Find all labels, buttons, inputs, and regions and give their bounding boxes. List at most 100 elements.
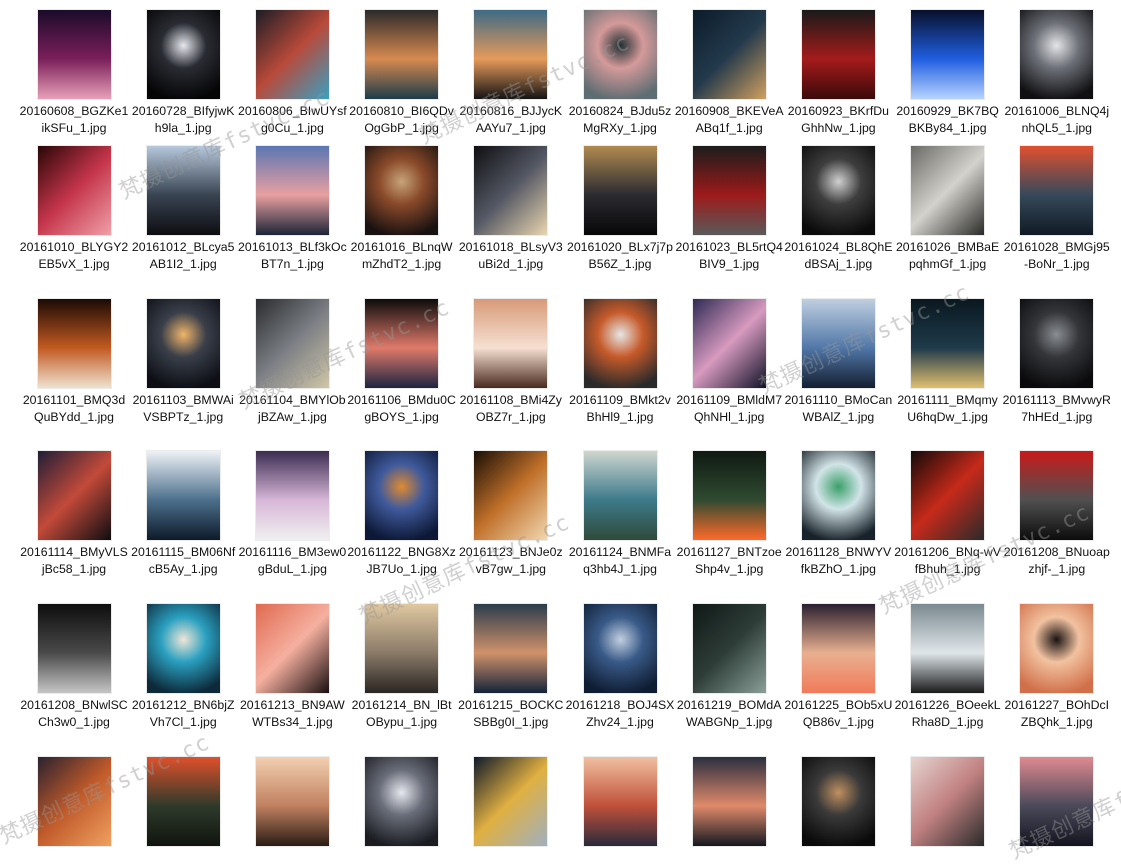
thumbnail-image[interactable] bbox=[911, 10, 985, 99]
thumbnail-image[interactable] bbox=[37, 757, 111, 846]
file-name-label: 20161206_BNq-wVfBhuh_1.jpg bbox=[894, 545, 1001, 576]
file-name-label: 20161104_BMYlObjBZAw_1.jpg bbox=[239, 393, 346, 424]
thumbnail-grid: 20160608_BGZKe1ikSFu_1.jpg 20160728_BIfyj… bbox=[0, 0, 1121, 854]
file-name-label: 20161018_BLsyV3uBi2d_1.jpg bbox=[458, 240, 563, 271]
thumbnail-image[interactable] bbox=[801, 604, 875, 693]
thumbnail-image[interactable] bbox=[146, 299, 220, 388]
thumbnail-image[interactable] bbox=[692, 451, 766, 540]
thumbnail-image[interactable] bbox=[37, 299, 111, 388]
thumbnail-image[interactable] bbox=[255, 146, 329, 235]
thumbnail-image[interactable] bbox=[911, 451, 985, 540]
thumbnail-image[interactable] bbox=[583, 604, 657, 693]
file-name-label: 20161012_BLcya5AB1I2_1.jpg bbox=[131, 240, 235, 271]
thumbnail-image[interactable] bbox=[474, 757, 548, 846]
thumbnail-image[interactable] bbox=[474, 10, 548, 99]
file-name-label: 20161020_BLx7j7pB56Z_1.jpg bbox=[567, 240, 673, 271]
file-name-label: 20160824_BJdu5zMgRXy_1.jpg bbox=[568, 104, 672, 135]
file-name-label: 20161110_BMoCanWBAlZ_1.jpg bbox=[784, 393, 893, 424]
file-name-label: 20161114_BMyVLSjBc58_1.jpg bbox=[20, 545, 128, 576]
thumbnail-image[interactable] bbox=[365, 299, 439, 388]
file-name-label: 20161106_BMdu0CgBOYS_1.jpg bbox=[347, 393, 456, 424]
thumbnail-image[interactable] bbox=[255, 299, 329, 388]
thumbnail-image[interactable] bbox=[37, 451, 111, 540]
file-name-label: 20161024_BL8QhEdBSAj_1.jpg bbox=[784, 240, 893, 271]
file-name-label: 20161101_BMQ3dQuBYdd_1.jpg bbox=[22, 393, 126, 424]
thumbnail-image[interactable] bbox=[583, 451, 657, 540]
file-name-label: 20160810_BI6QDvOgGbP_1.jpg bbox=[349, 104, 454, 135]
file-name-label: 20161026_BMBaEpqhmGf_1.jpg bbox=[895, 240, 1000, 271]
thumbnail-image[interactable] bbox=[365, 10, 439, 99]
thumbnail-image[interactable] bbox=[692, 604, 766, 693]
thumbnail-image[interactable] bbox=[365, 451, 439, 540]
thumbnail-image[interactable] bbox=[365, 757, 439, 846]
file-name-label: 20161103_BMWAiVSBPTz_1.jpg bbox=[132, 393, 234, 424]
thumbnail-image[interactable] bbox=[801, 146, 875, 235]
file-name-label: 20161016_BLnqWmZhdT2_1.jpg bbox=[350, 240, 453, 271]
file-name-label: 20161028_BMGj95-BoNr_1.jpg bbox=[1003, 240, 1110, 271]
thumbnail-image[interactable] bbox=[692, 757, 766, 846]
file-name-label: 20160728_BIfyjwKh9la_1.jpg bbox=[131, 104, 235, 135]
thumbnail-image[interactable] bbox=[146, 10, 220, 99]
thumbnail-image[interactable] bbox=[1020, 10, 1094, 99]
file-name-label: 20161128_BNWYVfkBZhO_1.jpg bbox=[785, 545, 892, 576]
thumbnail-image[interactable] bbox=[1020, 757, 1094, 846]
thumbnail-image[interactable] bbox=[37, 10, 111, 99]
thumbnail-image[interactable] bbox=[474, 451, 548, 540]
thumbnail-image[interactable] bbox=[583, 146, 657, 235]
thumbnail-image[interactable] bbox=[255, 451, 329, 540]
file-name-label: 20160923_BKrfDuGhhNw_1.jpg bbox=[787, 104, 889, 135]
thumbnail-image[interactable] bbox=[583, 299, 657, 388]
thumbnail-image[interactable] bbox=[692, 146, 766, 235]
file-name-label: 20161124_BNMFaq3hb4J_1.jpg bbox=[568, 545, 672, 576]
thumbnail-image[interactable] bbox=[474, 604, 548, 693]
thumbnail-image[interactable] bbox=[911, 757, 985, 846]
thumbnail-image[interactable] bbox=[692, 10, 766, 99]
thumbnail-image[interactable] bbox=[37, 146, 111, 235]
thumbnail-image[interactable] bbox=[801, 451, 875, 540]
file-name-label: 20161219_BOMdAWABGNp_1.jpg bbox=[676, 698, 782, 729]
file-name-label: 20160816_BJJycKAAYu7_1.jpg bbox=[459, 104, 563, 135]
thumbnail-image[interactable] bbox=[365, 604, 439, 693]
file-name-label: 20161010_BLYGY2EB5vX_1.jpg bbox=[19, 240, 129, 271]
file-name-label: 20161111_BMqmyU6hqDw_1.jpg bbox=[897, 393, 998, 424]
thumbnail-image[interactable] bbox=[255, 10, 329, 99]
thumbnail-image[interactable] bbox=[911, 146, 985, 235]
thumbnail-image[interactable] bbox=[801, 10, 875, 99]
thumbnail-image[interactable] bbox=[1020, 604, 1094, 693]
thumbnail-image[interactable] bbox=[255, 604, 329, 693]
thumbnail-image[interactable] bbox=[146, 451, 220, 540]
thumbnail-image[interactable] bbox=[146, 146, 220, 235]
thumbnail-image[interactable] bbox=[692, 299, 766, 388]
file-name-label: 20160929_BK7BQBKBy84_1.jpg bbox=[896, 104, 999, 135]
file-name-label: 20161215_BOCKCSBBg0I_1.jpg bbox=[458, 698, 564, 729]
thumbnail-image[interactable] bbox=[1020, 146, 1094, 235]
thumbnail-image[interactable] bbox=[365, 146, 439, 235]
thumbnail-image[interactable] bbox=[801, 757, 875, 846]
file-name-label: 20161115_BM06NfcB5Ay_1.jpg bbox=[131, 545, 236, 576]
file-name-label: 20161013_BLf3kOcBT7n_1.jpg bbox=[238, 240, 347, 271]
file-name-label: 20161213_BN9AWWTBs34_1.jpg bbox=[239, 698, 345, 729]
file-name-label: 20161006_BLNQ4jnhQL5_1.jpg bbox=[1004, 104, 1110, 135]
thumbnail-image[interactable] bbox=[146, 757, 220, 846]
file-name-label: 20161208_BNuoapzhjf-_1.jpg bbox=[1003, 545, 1110, 576]
file-name-label: 20160608_BGZKe1ikSFu_1.jpg bbox=[19, 104, 129, 135]
file-name-label: 20161212_BN6bjZVh7Cl_1.jpg bbox=[131, 698, 235, 729]
thumbnail-image[interactable] bbox=[146, 604, 220, 693]
thumbnail-image[interactable] bbox=[583, 10, 657, 99]
thumbnail-image[interactable] bbox=[911, 299, 985, 388]
file-name-label: 20161023_BL5rtQ4BIV9_1.jpg bbox=[675, 240, 783, 271]
thumbnail-image[interactable] bbox=[1020, 299, 1094, 388]
file-name-label: 20161218_BOJ4SXZhv24_1.jpg bbox=[565, 698, 675, 729]
file-name-label: 20160806_BIwUYsfg0Cu_1.jpg bbox=[238, 104, 347, 135]
thumbnail-image[interactable] bbox=[474, 299, 548, 388]
thumbnail-image[interactable] bbox=[801, 299, 875, 388]
thumbnail-image[interactable] bbox=[255, 757, 329, 846]
file-name-label: 20161208_BNwlSCCh3w0_1.jpg bbox=[20, 698, 128, 729]
thumbnail-image[interactable] bbox=[37, 604, 111, 693]
thumbnail-image[interactable] bbox=[583, 757, 657, 846]
thumbnail-image[interactable] bbox=[1020, 451, 1094, 540]
file-name-label: 20161214_BN_lBtOBypu_1.jpg bbox=[351, 698, 452, 729]
thumbnail-image[interactable] bbox=[911, 604, 985, 693]
file-name-label: 20161108_BMi4ZyOBZ7r_1.jpg bbox=[459, 393, 562, 424]
thumbnail-image[interactable] bbox=[474, 146, 548, 235]
